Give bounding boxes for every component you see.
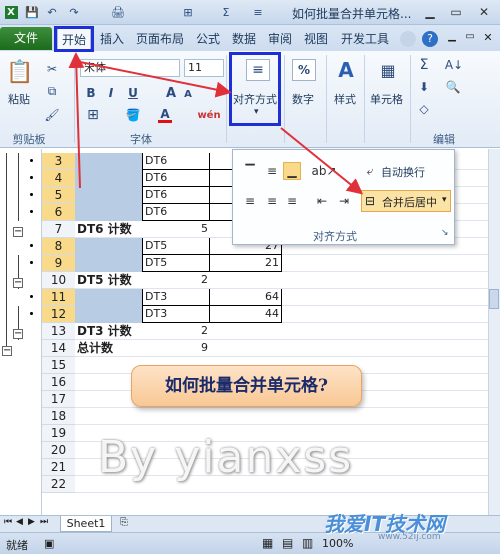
last-sheet-icon[interactable]: ⏭ <box>40 517 48 527</box>
next-sheet-icon[interactable]: ▶ <box>28 517 35 527</box>
sheet-tab[interactable]: Sheet1 <box>60 516 112 532</box>
prev-sheet-icon[interactable]: ◀ <box>16 517 23 527</box>
status-ready: 就绪 <box>6 539 28 552</box>
callout-box: 如何批量合并单元格? <box>131 365 362 407</box>
arrow-to-merge <box>280 127 364 195</box>
zoom-level[interactable]: 100% <box>322 537 353 550</box>
arrow-to-alignment <box>79 61 232 98</box>
arrow-to-home <box>68 52 85 189</box>
page-layout-view-icon[interactable]: ▤ <box>282 536 293 550</box>
watermark: By yianxss <box>98 432 354 483</box>
new-sheet-icon[interactable]: ⎘ <box>120 517 128 528</box>
site-url: www.52ij.com <box>378 532 441 542</box>
first-sheet-icon[interactable]: ⏮ <box>4 517 12 527</box>
normal-view-icon[interactable]: ▦ <box>262 536 273 550</box>
macro-record-icon[interactable]: ▣ <box>44 537 54 550</box>
page-break-view-icon[interactable]: ▥ <box>302 536 313 550</box>
